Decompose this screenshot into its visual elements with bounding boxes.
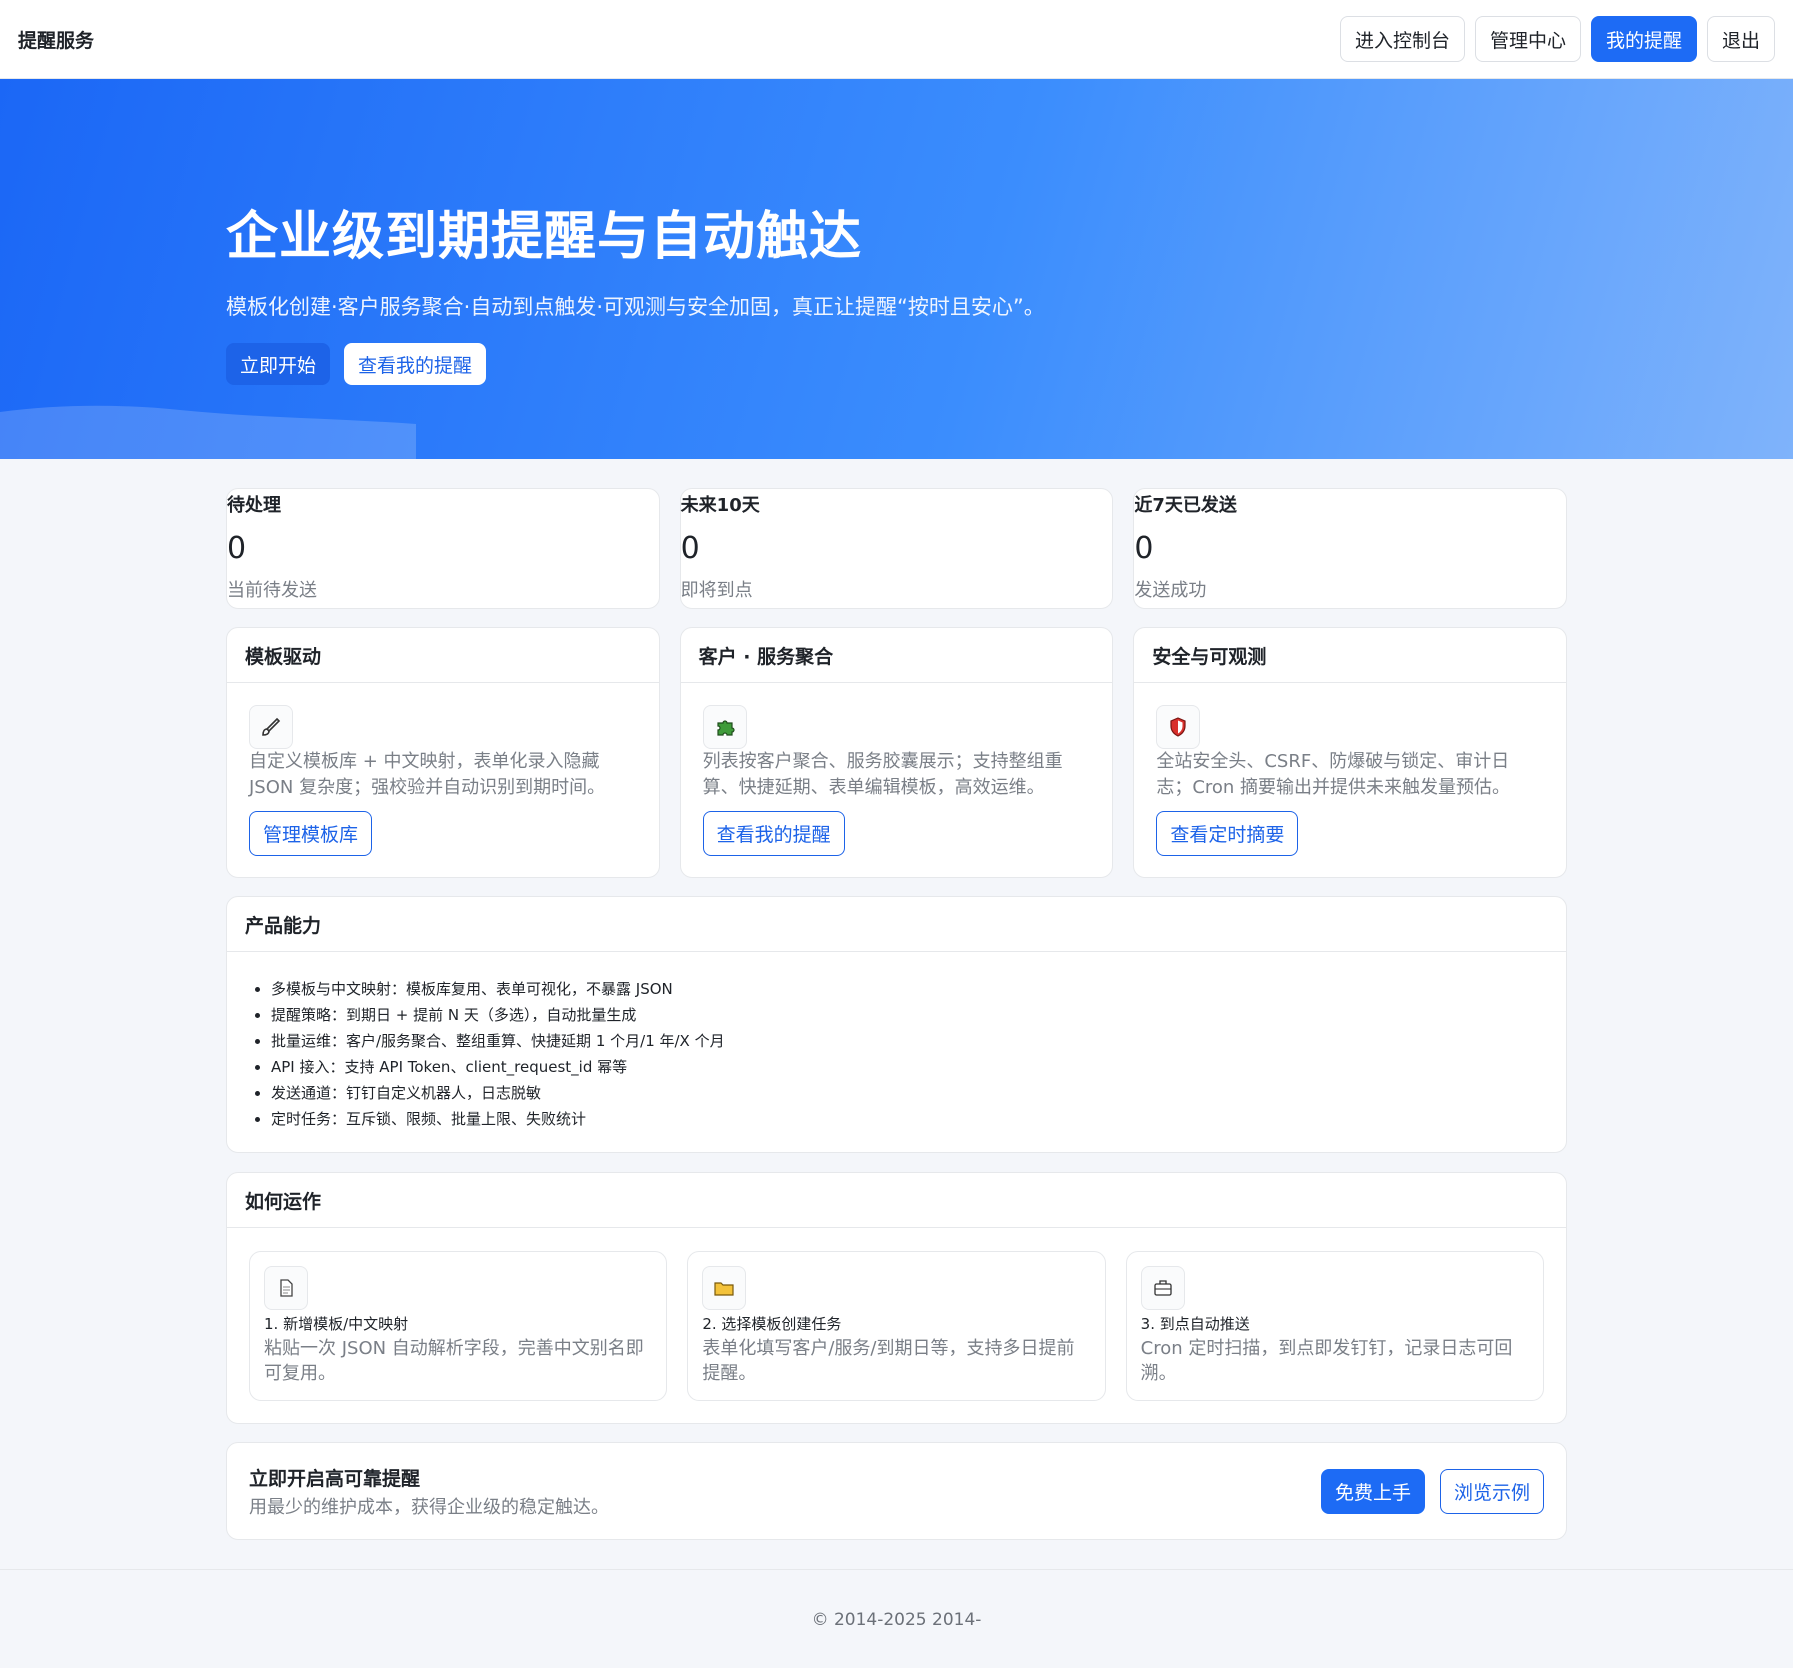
hero-title: 企业级到期提醒与自动触达 (226, 207, 863, 267)
my-reminders-button[interactable]: 我的提醒 (1590, 16, 1697, 62)
step-description: Cron 定时扫描，到点即发钉钉，记录日志可回溯。 (1140, 1338, 1513, 1384)
list-item: 定时任务：互斥锁、限频、批量上限、失败统计 (271, 1106, 1566, 1132)
stat-value: 0 (1134, 531, 1154, 566)
stat-label: 待处理 (227, 495, 281, 516)
shield-icon (1156, 705, 1201, 749)
stat-sub: 当前待发送 (227, 580, 317, 601)
hero-actions: 立即开始 查看我的提醒 (226, 343, 1045, 385)
hero-subtitle: 模板化创建·客户服务聚合·自动到点触发·可观测与安全加固，真正让提醒“按时且安心… (226, 295, 1045, 319)
step-card: 3. 到点自动推送 Cron 定时扫描，到点即发钉钉，记录日志可回溯。 (1125, 1251, 1544, 1401)
list-item: 批量运维：客户/服务聚合、整组重算、快捷延期 1 个月/1 年/X 个月 (271, 1028, 1566, 1054)
feature-description: 全站安全头、CSRF、防爆破与锁定、审计日志；Cron 摘要输出并提供未来触发量… (1156, 751, 1511, 798)
feature-aggregation: 客户 · 服务聚合 列表按客户聚合、服务胶囊展示；支持整组重算、快捷延期、表单编… (679, 627, 1114, 878)
stat-value: 0 (680, 531, 700, 566)
step-title: 1. 新增模板/中文映射 (264, 1315, 409, 1333)
list-item: 多模板与中文映射：模板库复用、表单可视化，不暴露 JSON (271, 976, 1566, 1002)
manage-templates-button[interactable]: 管理模板库 (249, 811, 373, 856)
browse-examples-button[interactable]: 浏览示例 (1439, 1468, 1544, 1514)
step-description: 粘贴一次 JSON 自动解析字段，完善中文别名即可复用。 (264, 1338, 644, 1384)
how-title: 如何运作 (227, 1173, 1566, 1228)
step-title: 2. 选择模板创建任务 (702, 1315, 842, 1333)
stat-pending: 待处理 0 当前待发送 (226, 488, 660, 609)
step-description: 表单化填写客户/服务/到期日等，支持多日提前提醒。 (702, 1338, 1075, 1384)
how-it-works-card: 如何运作 1. 新增模板/中文映射 粘贴一次 JSON 自动解析字段，完善中文别… (226, 1172, 1567, 1424)
view-reminders-button[interactable]: 查看我的提醒 (344, 343, 487, 385)
stat-sub: 即将到点 (680, 580, 753, 601)
puzzle-icon (702, 705, 747, 749)
view-cron-summary-button[interactable]: 查看定时摘要 (1156, 811, 1299, 856)
document-icon (264, 1266, 308, 1310)
stat-label: 近7天已发送 (1134, 495, 1237, 516)
console-button[interactable]: 进入控制台 (1339, 16, 1465, 62)
admin-center-button[interactable]: 管理中心 (1474, 16, 1581, 62)
brush-icon (249, 705, 293, 749)
feature-template: 模板驱动 自定义模板库 + 中文映射，表单化录入隐藏 JSON 复杂度；强校验并… (226, 627, 660, 878)
feature-title: 模板驱动 (227, 628, 659, 683)
list-item: 提醒策略：到期日 + 提前 N 天（多选），自动批量生成 (271, 1002, 1566, 1028)
feature-description: 列表按客户聚合、服务胶囊展示；支持整组重算、快捷延期、表单编辑模板，高效运维。 (702, 751, 1063, 798)
feature-description: 自定义模板库 + 中文映射，表单化录入隐藏 JSON 复杂度；强校验并自动识别到… (249, 751, 606, 798)
feature-title: 安全与可观测 (1134, 628, 1567, 683)
folder-icon (702, 1266, 747, 1310)
top-navbar: 提醒服务 进入控制台 管理中心 我的提醒 退出 (0, 0, 1793, 79)
stat-sent: 近7天已发送 0 发送成功 (1133, 488, 1568, 609)
capabilities-list: 多模板与中文映射：模板库复用、表单可视化，不暴露 JSON 提醒策略：到期日 +… (227, 952, 1566, 1132)
step-title: 3. 到点自动推送 (1140, 1315, 1250, 1333)
feature-title: 客户 · 服务聚合 (680, 628, 1113, 683)
footer: © 2014-2025 2014- (0, 1569, 1793, 1668)
stat-upcoming: 未来10天 0 即将到点 (679, 488, 1114, 609)
nav-actions: 进入控制台 管理中心 我的提醒 退出 (1339, 16, 1775, 62)
capabilities-card: 产品能力 多模板与中文映射：模板库复用、表单可视化，不暴露 JSON 提醒策略：… (226, 896, 1567, 1153)
stat-sub: 发送成功 (1134, 580, 1207, 601)
feature-security: 安全与可观测 全站安全头、CSRF、防爆破与锁定、审计日志；Cron 摘要输出并… (1133, 627, 1568, 878)
cta-card: 立即开启高可靠提醒 用最少的维护成本，获得企业级的稳定触达。 免费上手 浏览示例 (226, 1442, 1567, 1540)
cta-actions: 免费上手 浏览示例 (1320, 1468, 1544, 1514)
capabilities-title: 产品能力 (227, 897, 1566, 952)
logout-button[interactable]: 退出 (1706, 16, 1775, 62)
hero-content: 企业级到期提醒与自动触达 模板化创建·客户服务聚合·自动到点触发·可观测与安全加… (226, 194, 1045, 385)
step-card: 2. 选择模板创建任务 表单化填写客户/服务/到期日等，支持多日提前提醒。 (687, 1251, 1106, 1401)
cta-subtitle: 用最少的维护成本，获得企业级的稳定触达。 (249, 1496, 609, 1518)
steps-row: 1. 新增模板/中文映射 粘贴一次 JSON 自动解析字段，完善中文别名即可复用… (227, 1228, 1566, 1401)
step-card: 1. 新增模板/中文映射 粘贴一次 JSON 自动解析字段，完善中文别名即可复用… (249, 1251, 668, 1401)
cta-title: 立即开启高可靠提醒 (249, 1467, 421, 1490)
features-row: 模板驱动 自定义模板库 + 中文映射，表单化录入隐藏 JSON 复杂度；强校验并… (226, 627, 1568, 878)
list-item: 发送通道：钉钉自定义机器人，日志脱敏 (271, 1080, 1566, 1106)
stats-row: 待处理 0 当前待发送 未来10天 0 即将到点 近7天已发送 0 发送成功 (226, 488, 1568, 609)
hero-banner: 企业级到期提醒与自动触达 模板化创建·客户服务聚合·自动到点触发·可观测与安全加… (0, 79, 1793, 459)
cta-text: 立即开启高可靠提醒 用最少的维护成本，获得企业级的稳定触达。 (249, 1464, 609, 1519)
copyright-text: © 2014-2025 2014- (811, 1610, 982, 1630)
brand-title[interactable]: 提醒服务 (18, 26, 94, 53)
free-start-button[interactable]: 免费上手 (1320, 1468, 1425, 1514)
stat-label: 未来10天 (680, 495, 760, 516)
start-now-button[interactable]: 立即开始 (226, 343, 331, 385)
hero-wave-decoration (0, 405, 416, 459)
list-item: API 接入：支持 API Token、client_request_id 幂等 (271, 1054, 1566, 1080)
view-my-reminders-button[interactable]: 查看我的提醒 (702, 811, 845, 856)
stat-value: 0 (227, 531, 247, 566)
robot-icon (1140, 1266, 1185, 1310)
